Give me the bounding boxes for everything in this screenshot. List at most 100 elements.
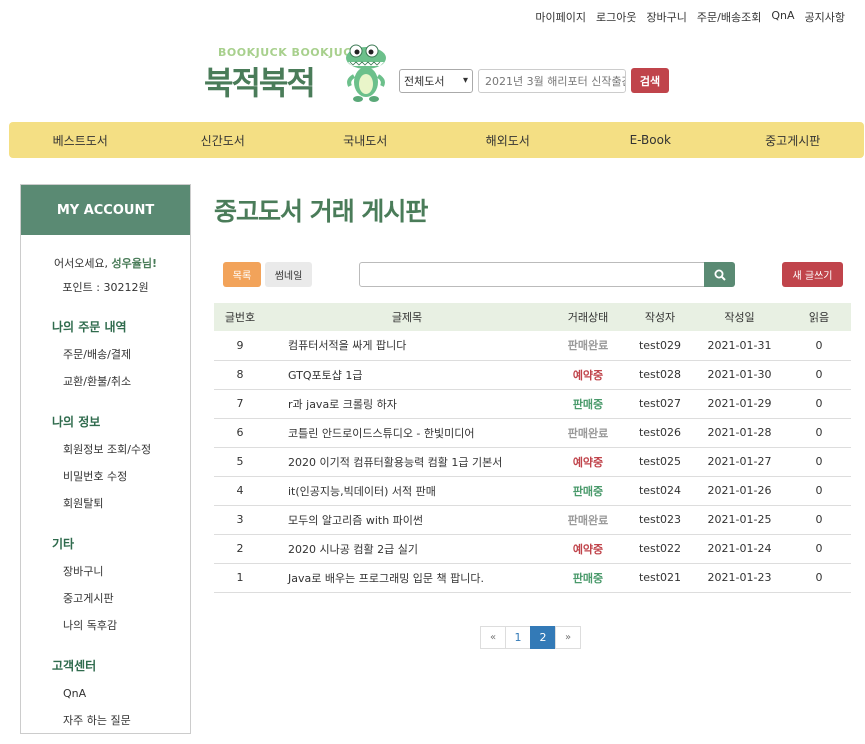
post-title-link[interactable]: 컴퓨터서적을 싸게 팝니다 xyxy=(266,331,548,361)
col-header-author: 작성자 xyxy=(628,303,692,331)
sidebar-item-reviews[interactable]: 나의 독후감 xyxy=(21,612,190,639)
post-author: test027 xyxy=(628,389,692,419)
pagination: « 1 2 » xyxy=(480,626,581,649)
post-number: 2 xyxy=(214,534,266,564)
post-number: 1 xyxy=(214,563,266,593)
search-category-select[interactable]: 전체도서 ▾ xyxy=(399,68,473,93)
list-view-button[interactable]: 목록 xyxy=(223,262,261,287)
post-number: 3 xyxy=(214,505,266,535)
post-title-link[interactable]: 코틀린 안드로이드스튜디오 - 한빛미디어 xyxy=(266,418,548,448)
post-read-count: 0 xyxy=(787,563,851,593)
table-row[interactable]: 8 GTQ포토샵 1급 예약중 test028 2021-01-30 0 xyxy=(214,360,851,390)
table-header-row: 글번호 글제목 거래상태 작성자 작성일 읽음 xyxy=(214,303,851,331)
col-header-no: 글번호 xyxy=(214,303,266,331)
post-date: 2021-01-24 xyxy=(692,534,787,564)
nav-ebook[interactable]: E-Book xyxy=(579,122,722,158)
table-row[interactable]: 9 컴퓨터서적을 싸게 팝니다 판매완료 test029 2021-01-31 0 xyxy=(214,331,851,361)
pagination-page-2[interactable]: 2 xyxy=(530,626,556,649)
header-search: 전체도서 ▾ 2021년 3월 해리포터 신작출간! 검색 xyxy=(399,68,669,93)
post-title-link[interactable]: it(인공지능,빅데이터) 서적 판매 xyxy=(266,476,548,506)
post-author: test028 xyxy=(628,360,692,390)
table-row[interactable]: 6 코틀린 안드로이드스튜디오 - 한빛미디어 판매완료 test026 2021-01… xyxy=(214,418,851,448)
sidebar-item-used-board[interactable]: 중고게시판 xyxy=(21,585,190,612)
post-author: test024 xyxy=(628,476,692,506)
post-author: test022 xyxy=(628,534,692,564)
post-date: 2021-01-31 xyxy=(692,331,787,361)
post-status: 판매중 xyxy=(548,476,628,506)
post-title-link[interactable]: 2020 이기적 컴퓨터활용능력 컴활 1급 기본서 xyxy=(266,447,548,477)
sidebar-item-qna[interactable]: QnA xyxy=(21,680,190,707)
search-button[interactable]: 검색 xyxy=(631,68,669,93)
section-etc-title: 기타 xyxy=(52,537,75,551)
post-read-count: 0 xyxy=(787,505,851,535)
user-name: 성우율님! xyxy=(111,257,158,270)
page-title: 중고도서 거래 게시판 xyxy=(214,197,428,226)
site-logo[interactable]: BOOKJUCK BOOKJUCK 북적북적 xyxy=(204,44,389,104)
post-date: 2021-01-23 xyxy=(692,563,787,593)
crocodile-mascot-icon xyxy=(346,44,386,102)
sidebar-item-order-delivery[interactable]: 주문/배송/결제 xyxy=(21,341,190,368)
nav-used-board[interactable]: 중고게시판 xyxy=(722,122,865,158)
nav-new[interactable]: 신간도서 xyxy=(152,122,295,158)
post-number: 8 xyxy=(214,360,266,390)
post-title-link[interactable]: r과 java로 크롤링 하자 xyxy=(266,389,548,419)
top-link-orders[interactable]: 주문/배송조회 xyxy=(697,9,761,25)
top-link-qna[interactable]: QnA xyxy=(771,9,794,25)
search-input[interactable]: 2021년 3월 해리포터 신작출간! xyxy=(478,68,626,93)
board-search-input[interactable] xyxy=(359,262,705,287)
post-title-link[interactable]: GTQ포토샵 1급 xyxy=(266,360,548,390)
table-row[interactable]: 1 Java로 배우는 프로그래밍 입문 책 팝니다. 판매중 test021 2021… xyxy=(214,563,851,593)
section-orders-title: 나의 주문 내역 xyxy=(52,320,127,334)
top-link-logout[interactable]: 로그아웃 xyxy=(596,9,636,25)
top-links: 마이페이지 로그아웃 장바구니 주문/배송조회 QnA 공지사항 xyxy=(535,9,845,25)
sidebar-item-faq[interactable]: 자주 하는 질문 xyxy=(21,707,190,734)
post-author: test026 xyxy=(628,418,692,448)
sidebar-item-member-info[interactable]: 회원정보 조회/수정 xyxy=(21,436,190,463)
board-search-button[interactable] xyxy=(704,262,735,287)
table-row[interactable]: 4 it(인공지능,빅데이터) 서적 판매 판매중 test024 2021-01-26… xyxy=(214,476,851,506)
nav-domestic[interactable]: 국내도서 xyxy=(294,122,437,158)
nav-best[interactable]: 베스트도서 xyxy=(9,122,152,158)
post-title-link[interactable]: Java로 배우는 프로그래밍 입문 책 팝니다. xyxy=(266,563,548,593)
pagination-prev[interactable]: « xyxy=(480,626,506,649)
post-status: 예약중 xyxy=(548,360,628,390)
post-date: 2021-01-26 xyxy=(692,476,787,506)
main-nav: 베스트도서 신간도서 국내도서 해외도서 E-Book 중고게시판 xyxy=(9,122,864,158)
post-title-link[interactable]: 모두의 알고리즘 with 파이썬 xyxy=(266,505,548,535)
pagination-page-1[interactable]: 1 xyxy=(505,626,531,649)
top-link-cart[interactable]: 장바구니 xyxy=(646,9,686,25)
new-post-button[interactable]: 새 글쓰기 xyxy=(782,262,843,287)
post-read-count: 0 xyxy=(787,418,851,448)
top-link-mypage[interactable]: 마이페이지 xyxy=(535,9,586,25)
post-read-count: 0 xyxy=(787,534,851,564)
post-date: 2021-01-27 xyxy=(692,447,787,477)
search-icon xyxy=(714,269,726,281)
thumbnail-view-button[interactable]: 썸네일 xyxy=(265,262,312,287)
post-number: 4 xyxy=(214,476,266,506)
post-status: 판매중 xyxy=(548,563,628,593)
sidebar-item-exchange-refund[interactable]: 교환/환불/취소 xyxy=(21,368,190,395)
post-read-count: 0 xyxy=(787,360,851,390)
post-title-link[interactable]: 2020 시나공 컴활 2급 실기 xyxy=(266,534,548,564)
table-row[interactable]: 3 모두의 알고리즘 with 파이썬 판매완료 test023 2021-01-25 0 xyxy=(214,505,851,535)
table-row[interactable]: 5 2020 이기적 컴퓨터활용능력 컴활 1급 기본서 예약중 test025 202… xyxy=(214,447,851,477)
section-support-title: 고객센터 xyxy=(52,659,97,673)
post-date: 2021-01-30 xyxy=(692,360,787,390)
post-number: 9 xyxy=(214,331,266,361)
sidebar-item-cart[interactable]: 장바구니 xyxy=(21,558,190,585)
pagination-next[interactable]: » xyxy=(555,626,581,649)
top-link-notice[interactable]: 공지사항 xyxy=(805,9,845,25)
nav-foreign[interactable]: 해외도서 xyxy=(437,122,580,158)
post-status: 판매완료 xyxy=(548,418,628,448)
board-table: 글번호 글제목 거래상태 작성자 작성일 읽음 9 컴퓨터서적을 싸게 팝니다 판매… xyxy=(214,303,851,593)
col-header-date: 작성일 xyxy=(692,303,787,331)
sidebar-item-password[interactable]: 비밀번호 수정 xyxy=(21,463,190,490)
post-status: 판매중 xyxy=(548,389,628,419)
table-row[interactable]: 2 2020 시나공 컴활 2급 실기 예약중 test022 2021-01-24 0 xyxy=(214,534,851,564)
sidebar-item-withdraw[interactable]: 회원탈퇴 xyxy=(21,490,190,517)
chevron-down-icon: ▾ xyxy=(462,75,468,86)
table-row[interactable]: 7 r과 java로 크롤링 하자 판매중 test027 2021-01-29 0 xyxy=(214,389,851,419)
post-author: test023 xyxy=(628,505,692,535)
col-header-read: 읽음 xyxy=(787,303,851,331)
post-read-count: 0 xyxy=(787,476,851,506)
